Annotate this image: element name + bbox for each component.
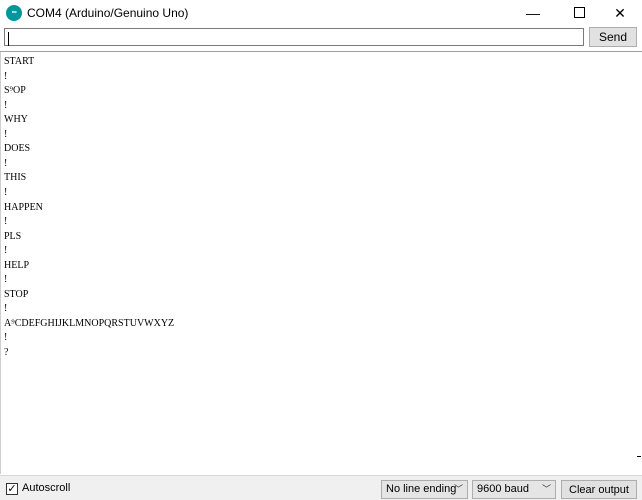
autoscroll-checkbox[interactable]: ✓ bbox=[6, 483, 18, 495]
output-line: START bbox=[4, 56, 35, 67]
maximize-icon bbox=[573, 7, 585, 19]
close-icon: ✕ bbox=[614, 5, 626, 21]
output-line: ? bbox=[4, 347, 9, 358]
maximize-button[interactable] bbox=[556, 0, 602, 26]
output-line: ! bbox=[4, 157, 8, 169]
chevron-down-icon: ﹀ bbox=[453, 484, 463, 494]
minimize-button[interactable]: — bbox=[510, 0, 556, 26]
output-line: ! bbox=[4, 128, 8, 140]
baud-rate-select[interactable]: 9600 baud ﹀ bbox=[472, 480, 556, 499]
output-line: S⁹OP bbox=[4, 85, 26, 97]
output-line: THIS bbox=[4, 172, 27, 184]
text-caret bbox=[8, 32, 9, 46]
clear-output-button[interactable]: Clear output bbox=[561, 480, 637, 499]
output-line: ! bbox=[4, 186, 8, 198]
output-line: ! bbox=[4, 332, 8, 344]
output-line: ! bbox=[4, 274, 8, 286]
output-line: ! bbox=[4, 99, 8, 111]
send-row: Send bbox=[0, 26, 642, 52]
output-line: WHY bbox=[4, 114, 28, 126]
output-line: DOES bbox=[4, 143, 31, 155]
output-line: HAPPEN bbox=[4, 201, 43, 213]
send-button[interactable]: Send bbox=[589, 27, 637, 47]
status-bar: ✓ Autoscroll No line ending ﹀ 9600 baud … bbox=[0, 475, 642, 500]
output-line: ! bbox=[4, 245, 8, 257]
output-line: ! bbox=[4, 303, 8, 315]
chevron-down-icon: ﹀ bbox=[541, 484, 551, 494]
output-line: A⁹CDEFGHIJKLMNOPQRSTUVWXYZ bbox=[4, 317, 175, 329]
serial-input[interactable] bbox=[4, 28, 584, 46]
output-line: ! bbox=[4, 70, 8, 82]
window-title: COM4 (Arduino/Genuino Uno) bbox=[27, 6, 189, 20]
serial-output[interactable]: START! S⁹OP! WHY! DOES! THIS! HAPPEN! PLS! HELP… bbox=[0, 52, 640, 474]
output-line: ! bbox=[4, 216, 8, 228]
arduino-icon: ∞ bbox=[6, 5, 22, 21]
title-bar: ∞ COM4 (Arduino/Genuino Uno) — ✕ bbox=[0, 0, 642, 26]
scroll-marker bbox=[637, 456, 641, 457]
line-ending-select[interactable]: No line ending ﹀ bbox=[381, 480, 468, 499]
autoscroll-label: Autoscroll bbox=[22, 482, 71, 494]
output-line: STOP bbox=[4, 288, 29, 300]
output-line: HELP bbox=[4, 259, 29, 271]
minimize-icon: — bbox=[526, 5, 540, 21]
close-button[interactable]: ✕ bbox=[598, 0, 642, 26]
output-line: PLS bbox=[4, 230, 22, 242]
line-ending-value: No line ending bbox=[386, 483, 457, 495]
baud-rate-value: 9600 baud bbox=[477, 483, 529, 495]
